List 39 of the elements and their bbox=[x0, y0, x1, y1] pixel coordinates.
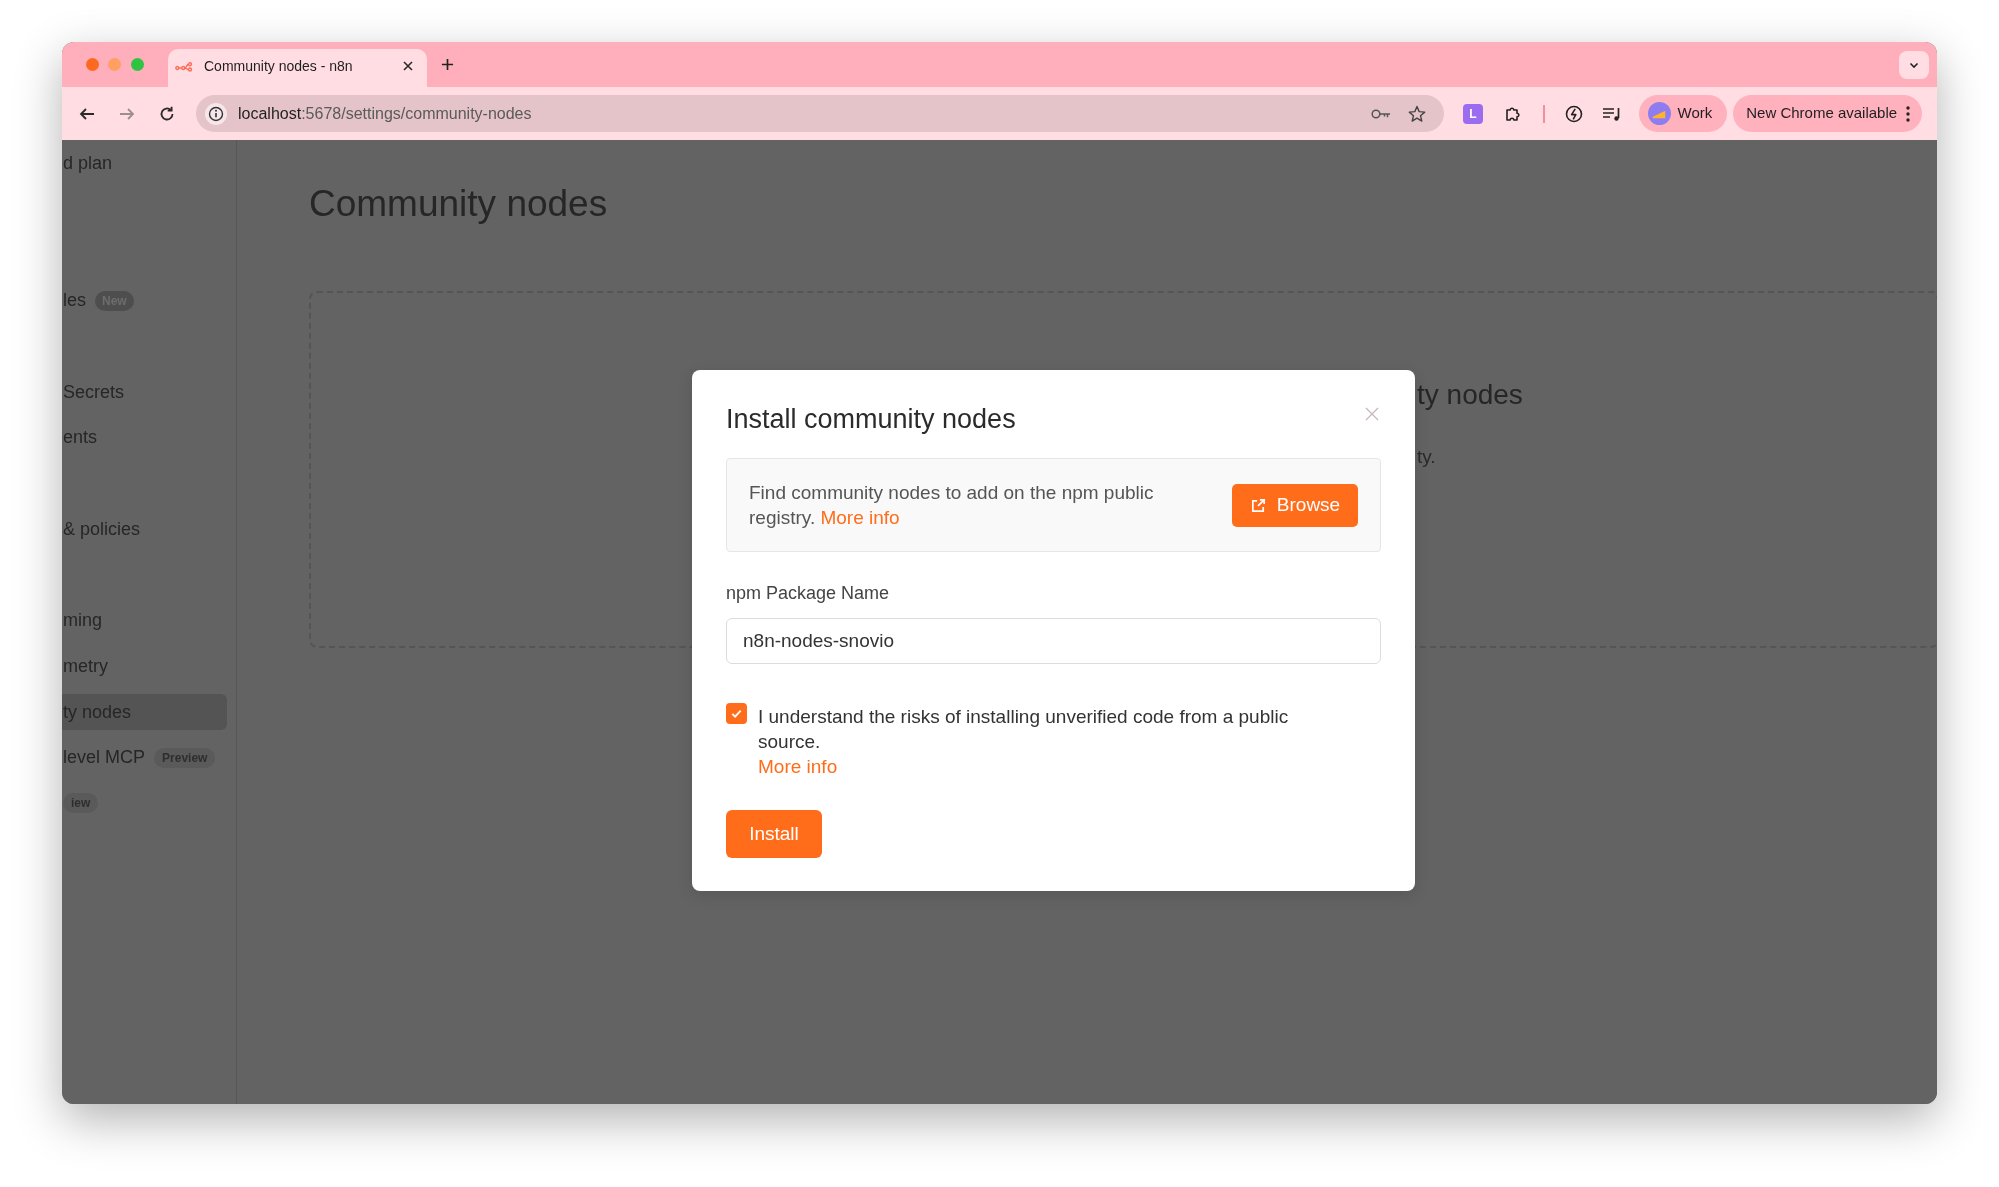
package-name-field[interactable]: n8n-nodes-snovio bbox=[726, 618, 1381, 664]
reload-icon[interactable] bbox=[158, 104, 176, 123]
field-label: npm Package Name bbox=[726, 582, 890, 605]
sidebar-item[interactable]: Secrets bbox=[62, 374, 227, 411]
bolt-circle-icon[interactable] bbox=[1563, 103, 1584, 124]
more-info-link[interactable]: More info bbox=[758, 753, 838, 779]
install-button[interactable]: Install bbox=[726, 810, 822, 858]
empty-state-text: ty. bbox=[1417, 445, 1436, 469]
extension-button[interactable]: L bbox=[1463, 103, 1483, 124]
external-link-icon bbox=[1249, 496, 1267, 514]
browser-tab[interactable]: Community nodes - n8n bbox=[168, 49, 427, 87]
dialog-title: Install community nodes bbox=[726, 403, 1016, 436]
node-graph-icon bbox=[175, 60, 193, 72]
page-title: Community nodes bbox=[309, 182, 608, 226]
sidebar-item[interactable]: metry bbox=[62, 648, 227, 685]
sidebar-item[interactable]: ming bbox=[62, 602, 227, 639]
address-bar[interactable]: localhost:5678/settings/community-nodes bbox=[196, 95, 1444, 132]
avatar-icon bbox=[1647, 102, 1671, 125]
sidebar-item[interactable]: & policies bbox=[62, 511, 227, 548]
sidebar-item[interactable]: ents bbox=[62, 419, 227, 456]
url-text: localhost:5678/settings/community-nodes bbox=[238, 103, 532, 124]
kebab-menu-icon bbox=[1906, 105, 1911, 122]
tab-list-button[interactable] bbox=[1899, 50, 1929, 79]
puzzle-icon[interactable] bbox=[1504, 104, 1522, 123]
checkbox[interactable] bbox=[726, 702, 747, 724]
star-icon[interactable] bbox=[1408, 104, 1426, 123]
info-icon[interactable] bbox=[205, 102, 227, 125]
more-info-link[interactable]: More info bbox=[820, 507, 900, 528]
profile-button[interactable]: Work bbox=[1638, 95, 1728, 132]
key-icon[interactable] bbox=[1371, 107, 1391, 120]
sidebar-item[interactable]: d plan bbox=[62, 145, 227, 182]
plus-icon[interactable] bbox=[441, 58, 454, 71]
music-list-icon[interactable] bbox=[1601, 105, 1622, 122]
consent-text: I understand the risks of installing unverified code from a public source. bbox=[758, 704, 1290, 754]
close-icon[interactable] bbox=[403, 61, 413, 71]
update-button[interactable]: New Chrome available bbox=[1733, 95, 1923, 132]
browse-button[interactable]: Browse bbox=[1232, 483, 1358, 527]
empty-state-title: ty nodes bbox=[1417, 378, 1523, 412]
info-text: Find community nodes to add on the npm public registry. More info bbox=[749, 481, 1155, 530]
